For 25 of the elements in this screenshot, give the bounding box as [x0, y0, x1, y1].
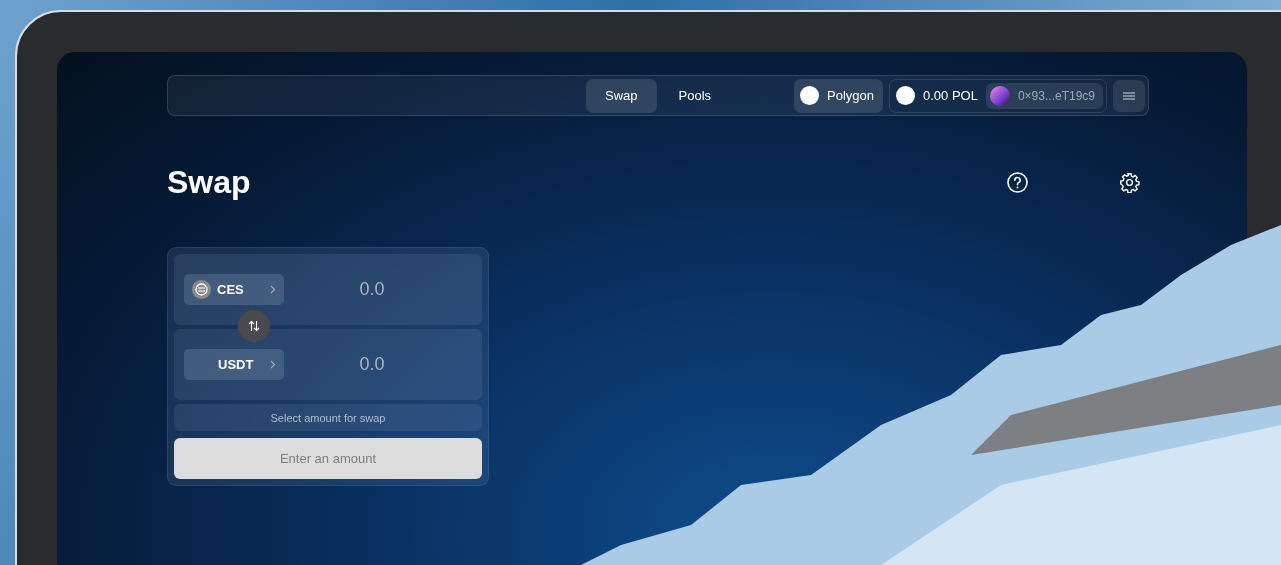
menu-button[interactable]: [1113, 79, 1145, 112]
chevron-icon: [270, 285, 276, 294]
avatar-icon: [989, 85, 1010, 106]
menu-icon: [1123, 91, 1135, 100]
page-title: Swap: [167, 163, 252, 201]
amount-value: 0.0: [358, 279, 386, 300]
network-icon: [800, 86, 819, 105]
address-button[interactable]: 0×93...eT19c9: [985, 82, 1103, 109]
nav-tab[interactable]: Pools: [659, 78, 731, 113]
hint-text: Select amount for swap: [174, 404, 482, 431]
nav-tab[interactable]: Swap: [585, 78, 657, 113]
swap-direction-button[interactable]: [238, 310, 270, 342]
swap-arrows-icon: [248, 320, 260, 332]
token-selector[interactable]: USDT: [184, 349, 284, 380]
token-selector[interactable]: CES: [184, 274, 284, 305]
help-button[interactable]: [1007, 171, 1028, 193]
settings-icon: [1119, 171, 1140, 193]
settings-button[interactable]: [1119, 171, 1140, 193]
network-selector[interactable]: Polygon: [794, 78, 883, 113]
token-icon: [896, 86, 915, 105]
chevron-icon: [270, 360, 276, 369]
help-icon: [1007, 171, 1028, 193]
balance-text: 0.00 POL: [923, 88, 978, 103]
coin-icon: [192, 280, 211, 299]
amount-value: 0.0: [358, 354, 386, 375]
